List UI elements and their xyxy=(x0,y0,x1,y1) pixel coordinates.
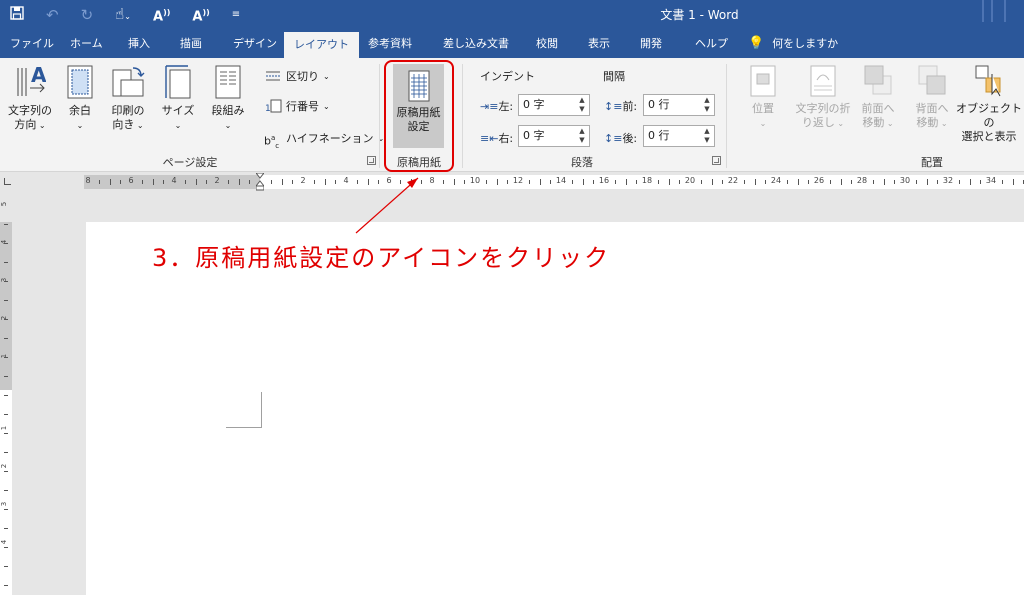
annotation-arrow xyxy=(355,177,419,234)
